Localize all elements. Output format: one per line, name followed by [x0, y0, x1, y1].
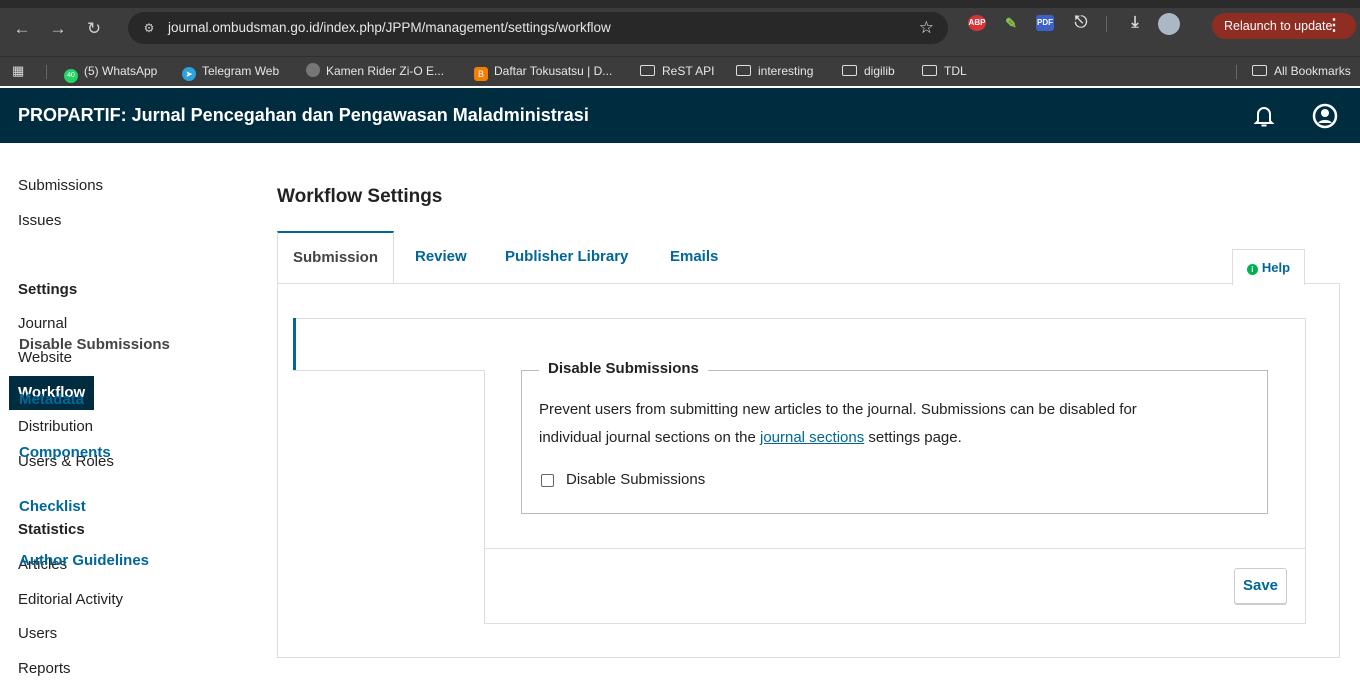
reload-icon[interactable]: ↻ — [82, 18, 106, 40]
toolbar-divider — [1106, 16, 1107, 32]
subnav-active-background — [293, 318, 485, 371]
sidebar-heading-settings: Settings — [18, 281, 78, 298]
app-header: PROPARTIF: Jurnal Pencegahan dan Pengawa… — [0, 88, 1360, 143]
subnav-item-checklist[interactable]: Checklist — [19, 498, 86, 515]
bookmark-tokusatsu[interactable]: B Daftar Tokusatsu | D... — [474, 57, 612, 85]
sidebar-item-reports[interactable]: Reports — [18, 660, 71, 677]
bookmark-label: digilib — [864, 64, 895, 78]
folder-icon — [842, 65, 857, 76]
folder-icon — [922, 65, 937, 76]
bookmarks-divider — [1236, 65, 1237, 79]
folder-icon — [640, 65, 655, 76]
journal-sections-link[interactable]: journal sections — [760, 429, 864, 446]
bookmark-telegram[interactable]: ➤ Telegram Web — [182, 57, 279, 85]
pdf-extension-icon[interactable]: PDF — [1036, 15, 1054, 31]
bookmark-kamen-rider[interactable]: Kamen Rider Zi-O E... — [306, 57, 444, 85]
description-suffix: settings page. — [864, 429, 962, 446]
bell-icon[interactable] — [1252, 103, 1276, 129]
help-label: Help — [1261, 260, 1291, 275]
tab-emails[interactable]: Emails — [670, 231, 718, 283]
bookmark-label: (5) WhatsApp — [84, 64, 158, 78]
bookmarks-bar: ▦ 40 (5) WhatsApp ➤ Telegram Web Kamen Rid… — [0, 56, 1360, 86]
disable-submissions-checkbox[interactable] — [541, 474, 554, 487]
bookmark-interesting[interactable]: interesting — [736, 57, 813, 85]
address-row: ← → ↻ ⚙ journal.ombudsman.go.id/index.ph… — [0, 8, 1360, 48]
pen-extension-icon[interactable]: ✎ — [1002, 15, 1020, 31]
bookmark-whatsapp[interactable]: 40 (5) WhatsApp — [64, 57, 157, 85]
subnav-item-author-guidelines[interactable]: Author Guidelines — [19, 552, 149, 569]
bookmark-label: ReST API — [662, 64, 715, 78]
bookmark-rest-api[interactable]: ReST API — [640, 57, 714, 85]
telegram-icon: ➤ — [182, 67, 196, 81]
tab-submission[interactable]: Submission — [277, 231, 395, 283]
bookmark-label: All Bookmarks — [1274, 64, 1351, 78]
whatsapp-icon: 40 — [64, 69, 78, 83]
relaunch-label: Relaunch to update — [1224, 19, 1333, 33]
bookmark-label: Telegram Web — [202, 64, 280, 78]
subnav-item-metadata[interactable]: Metadata — [19, 391, 84, 408]
adblock-extension-icon[interactable]: ABP — [968, 15, 986, 31]
description-prefix: individual journal sections on the — [539, 429, 760, 446]
fieldset-legend: Disable Submissions — [539, 360, 708, 377]
sidebar-item-journal[interactable]: Journal — [18, 315, 67, 332]
tab-publisher-library[interactable]: Publisher Library — [505, 231, 628, 283]
sidebar-heading-statistics: Statistics — [18, 521, 85, 538]
bookmark-star-icon[interactable]: ☆ — [919, 16, 934, 40]
sidebar-item-submissions[interactable]: Submissions — [18, 177, 103, 194]
apps-grid-icon[interactable]: ▦ — [12, 64, 26, 78]
back-icon[interactable]: ← — [10, 18, 34, 40]
download-icon[interactable]: ⤓ — [1126, 15, 1144, 31]
all-bookmarks[interactable]: All Bookmarks — [1252, 57, 1351, 85]
site-info-icon[interactable]: ⚙ — [140, 20, 158, 36]
help-button[interactable]: i Help — [1232, 249, 1305, 285]
menu-kebab-icon[interactable]: ⋮ — [1326, 13, 1342, 39]
browser-tab-strip — [0, 0, 1360, 8]
forward-icon[interactable]: → — [46, 18, 70, 40]
description-line-1: Prevent users from submitting new articl… — [539, 401, 1137, 418]
subnav-item-components[interactable]: Components — [19, 444, 111, 461]
footer-divider — [484, 548, 1306, 549]
blogger-icon: B — [474, 67, 488, 81]
user-account-icon[interactable] — [1312, 103, 1338, 129]
journal-title[interactable]: PROPARTIF: Jurnal Pencegahan dan Pengawa… — [18, 88, 589, 143]
extensions-puzzle-icon[interactable]: ⎋ — [1072, 15, 1090, 31]
site-icon — [306, 63, 320, 77]
relaunch-button[interactable]: Relaunch to update ⋮ — [1212, 13, 1356, 39]
bookmark-label: Daftar Tokusatsu | D... — [494, 64, 613, 78]
info-icon: i — [1246, 264, 1258, 275]
bookmarks-divider — [46, 65, 47, 79]
description-line-2: individual journal sections on the journ… — [539, 429, 962, 446]
tab-review[interactable]: Review — [415, 231, 467, 283]
bookmark-label: TDL — [944, 64, 967, 78]
bookmark-label: Kamen Rider Zi-O E... — [326, 64, 445, 78]
profile-avatar[interactable] — [1158, 13, 1180, 35]
sidebar-item-users[interactable]: Users — [18, 625, 57, 642]
sidebar-item-issues[interactable]: Issues — [18, 212, 61, 229]
folder-icon — [736, 65, 751, 76]
subnav-item-disable-submissions[interactable]: Disable Submissions — [19, 336, 170, 353]
address-bar[interactable]: ⚙ journal.ombudsman.go.id/index.php/JPPM… — [128, 12, 948, 44]
page-title: Workflow Settings — [277, 186, 443, 207]
bookmark-tdl[interactable]: TDL — [922, 57, 967, 85]
url-text[interactable]: journal.ombudsman.go.id/index.php/JPPM/m… — [168, 12, 611, 44]
sidebar-item-distribution[interactable]: Distribution — [18, 418, 93, 435]
folder-icon — [1252, 65, 1267, 76]
save-button[interactable]: Save — [1234, 568, 1287, 604]
sidebar-item-editorial-activity[interactable]: Editorial Activity — [18, 591, 123, 608]
checkbox-label[interactable]: Disable Submissions — [566, 471, 705, 488]
bookmark-label: interesting — [758, 64, 814, 78]
bookmark-digilib[interactable]: digilib — [842, 57, 895, 85]
subnav-active-indicator — [293, 318, 296, 370]
